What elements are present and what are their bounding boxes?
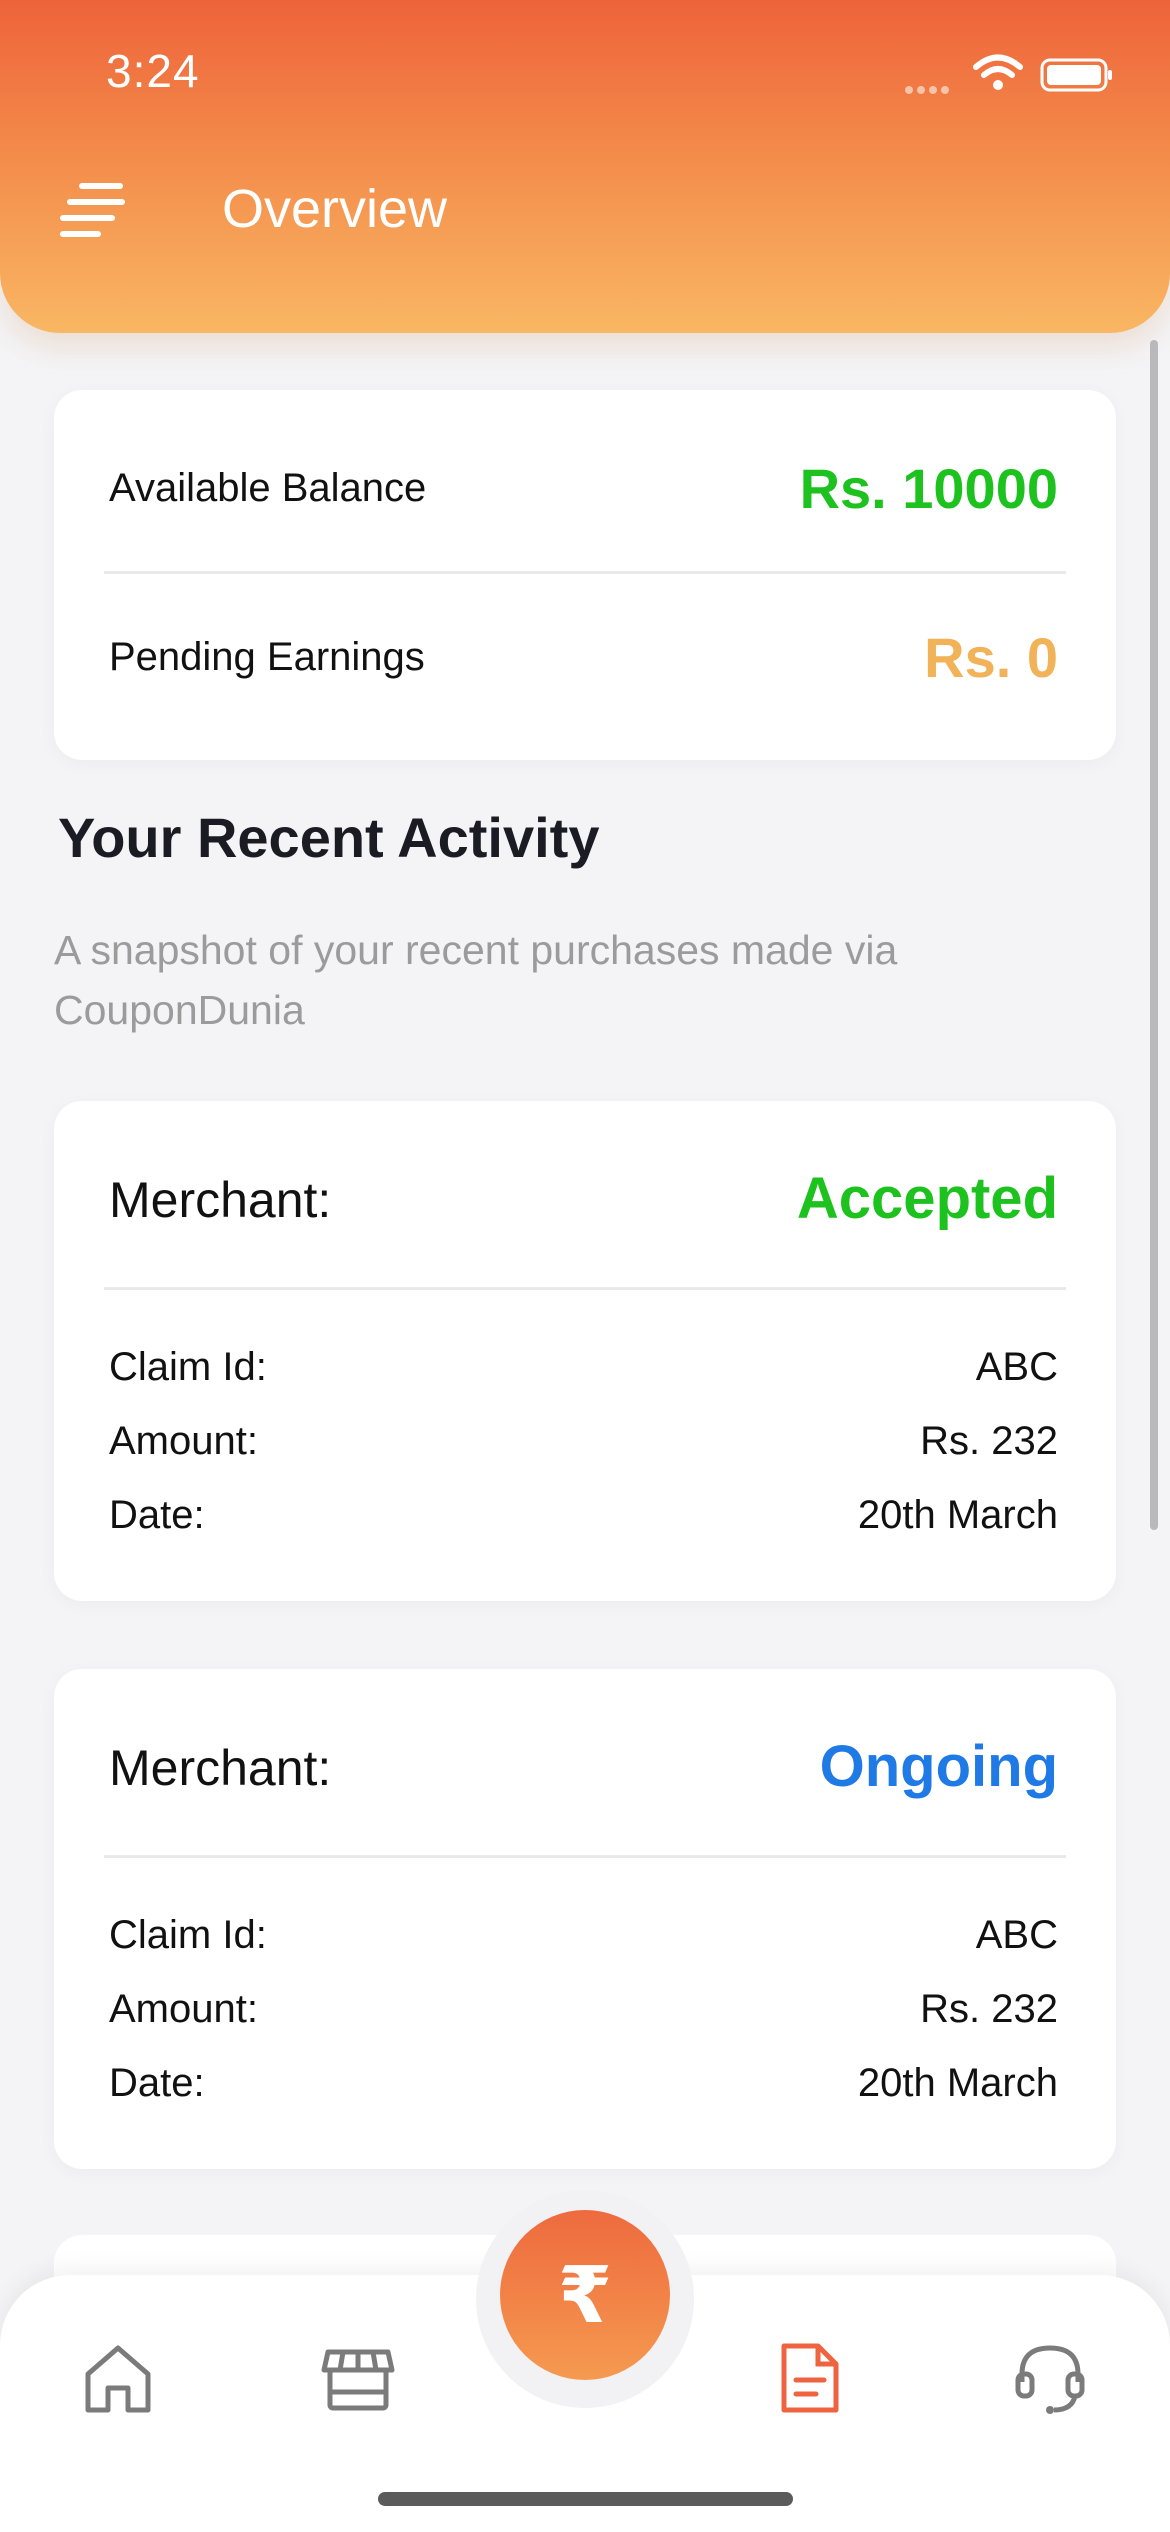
activity-divider (104, 1855, 1066, 1858)
signal-dots-icon (905, 81, 960, 94)
claim-id-label: Claim Id: (109, 1345, 267, 1389)
activity-card[interactable]: Merchant: Ongoing Claim Id: ABC Amount: … (54, 1669, 1116, 2169)
merchant-label: Merchant: (109, 1172, 332, 1228)
store-icon[interactable] (318, 2338, 398, 2418)
date-label: Date: (109, 2061, 205, 2105)
recent-activity-subtitle: A snapshot of your recent purchases made… (54, 927, 898, 1033)
home-indicator[interactable] (378, 2492, 793, 2506)
date-value: 20th March (857, 2061, 1058, 2105)
menu-icon[interactable] (60, 180, 126, 240)
support-icon[interactable] (1010, 2338, 1090, 2418)
pending-earnings-value: Rs. 0 (924, 626, 1058, 689)
balance-card: Available Balance Rs. 10000 Pending Earn… (54, 390, 1116, 760)
wifi-icon (973, 54, 1023, 90)
recent-activity-title: Your Recent Activity (58, 806, 600, 869)
date-label: Date: (109, 1493, 205, 1537)
home-icon[interactable] (78, 2338, 158, 2418)
rupee-fab-button[interactable]: ₹ (500, 2210, 670, 2380)
claim-id-value: ABC (975, 1345, 1058, 1389)
merchant-label: Merchant: (109, 1740, 332, 1796)
date-value: 20th March (857, 1493, 1058, 1537)
status-badge-ongoing: Ongoing (819, 1734, 1058, 1799)
available-balance-label: Available Balance (109, 466, 427, 510)
pending-earnings-label: Pending Earnings (109, 635, 425, 679)
scrollbar[interactable] (1150, 340, 1158, 1530)
page-title: Overview (222, 179, 448, 239)
available-balance-value: Rs. 10000 (799, 457, 1058, 520)
activity-divider (104, 1287, 1066, 1290)
status-badge-accepted: Accepted (796, 1166, 1058, 1231)
amount-value: Rs. 232 (920, 1987, 1058, 2031)
amount-value: Rs. 232 (920, 1419, 1058, 1463)
activity-card[interactable]: Merchant: Accepted Claim Id: ABC Amount:… (54, 1101, 1116, 1601)
claim-id-value: ABC (975, 1913, 1058, 1957)
amount-label: Amount: (109, 1987, 258, 2031)
header-bar: 3:24 Overview (0, 0, 1170, 333)
battery-icon (1040, 58, 1112, 92)
balance-divider (104, 571, 1066, 574)
document-icon[interactable] (770, 2338, 850, 2418)
status-time: 3:24 (106, 45, 200, 97)
claim-id-label: Claim Id: (109, 1913, 267, 1957)
amount-label: Amount: (109, 1419, 258, 1463)
